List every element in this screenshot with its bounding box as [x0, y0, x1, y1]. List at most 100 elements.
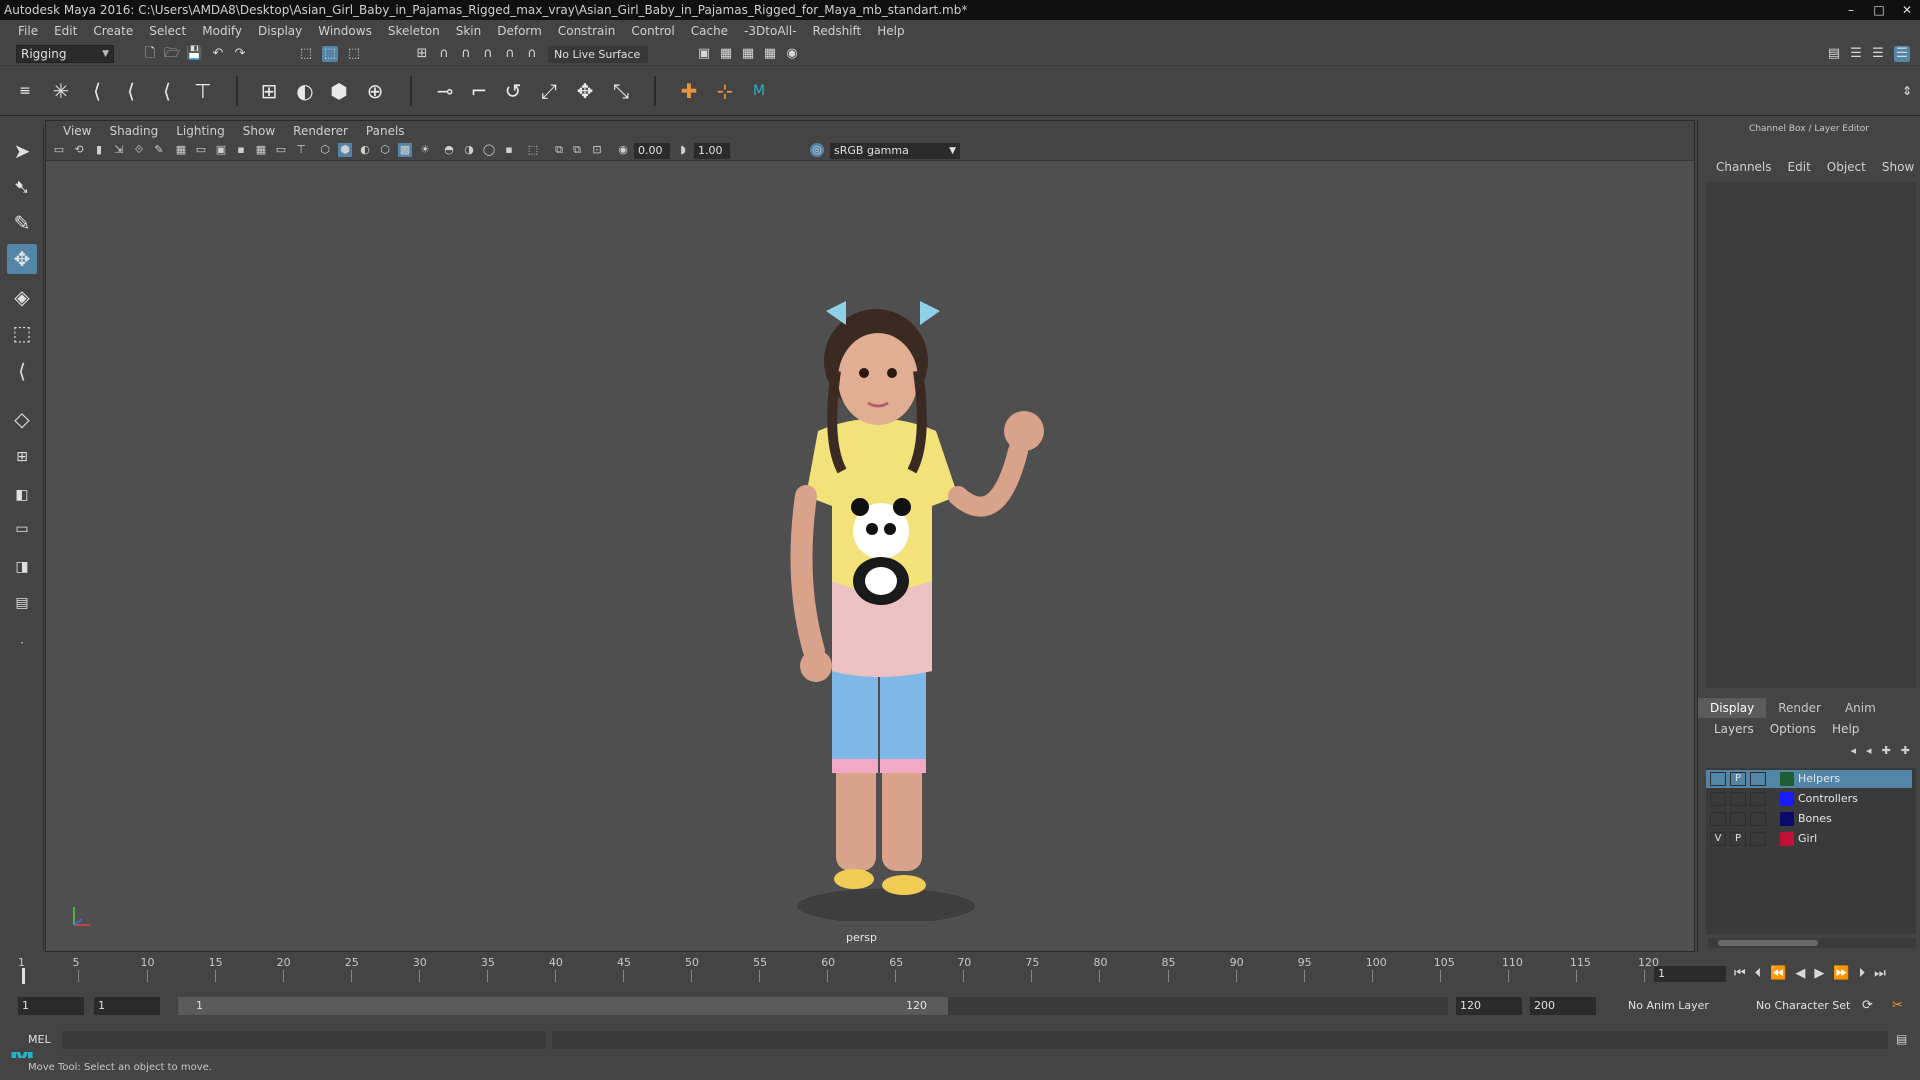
layer-visibility-toggle[interactable] — [1710, 792, 1726, 806]
ik-handle-icon[interactable]: ⟨ — [84, 78, 110, 104]
step-back-icon[interactable]: ⏴ — [1755, 966, 1762, 981]
exposure-icon[interactable]: ◉ — [616, 143, 630, 157]
viewport-menu-shading[interactable]: Shading — [100, 124, 167, 138]
select-object-icon[interactable]: ⬚ — [322, 46, 338, 62]
layer-visibility-toggle[interactable] — [1710, 812, 1726, 826]
layer-playback-toggle[interactable]: P — [1730, 832, 1746, 846]
hypershade-icon[interactable]: ◉ — [784, 46, 800, 62]
field-chart-icon[interactable]: ▦ — [254, 143, 268, 157]
orient-constraint-icon[interactable]: ↺ — [500, 78, 526, 104]
layout-hypershade-icon[interactable]: ▤ — [7, 588, 37, 618]
move-layer-up-icon[interactable]: ◂ — [1851, 744, 1857, 757]
le-menu-layers[interactable]: Layers — [1706, 722, 1762, 740]
layer-color-swatch[interactable] — [1780, 792, 1794, 806]
preferences-icon[interactable]: ✂ — [1892, 997, 1903, 1015]
minimize-button[interactable]: – — [1844, 0, 1858, 20]
exposure-field[interactable]: 0.00 — [634, 143, 670, 159]
menu-select[interactable]: Select — [141, 20, 194, 42]
snap-surface-icon[interactable]: ∩ — [502, 46, 518, 62]
shelf-menu-icon[interactable]: ≡ — [12, 78, 38, 104]
scale-constraint-icon[interactable]: ⤢ — [536, 78, 562, 104]
layer-color-swatch[interactable] — [1780, 832, 1794, 846]
playback-start-field[interactable]: 1 — [94, 997, 160, 1015]
live-surface-field[interactable]: No Live Surface — [548, 46, 648, 63]
paint-select-icon[interactable]: ✎ — [7, 208, 37, 238]
render-settings-icon[interactable]: ▦ — [762, 46, 778, 62]
menu-3dtoall[interactable]: -3DtoAll- — [736, 20, 804, 42]
viewport-menu-view[interactable]: View — [54, 124, 100, 138]
layout-persp-outliner-icon[interactable]: ▭ — [7, 514, 37, 544]
menu-skin[interactable]: Skin — [448, 20, 490, 42]
paint-weights-icon[interactable]: ◐ — [292, 78, 318, 104]
menu-display[interactable]: Display — [250, 20, 310, 42]
tab-anim[interactable]: Anim — [1833, 698, 1888, 718]
le-menu-help[interactable]: Help — [1824, 722, 1867, 740]
layer-name[interactable]: Controllers — [1798, 792, 1858, 805]
point-constraint-icon[interactable]: ⊸ — [432, 78, 458, 104]
auto-key-icon[interactable]: ⟳ — [1862, 997, 1873, 1015]
motion-blur-icon[interactable]: ◯ — [482, 143, 496, 157]
viewport-panel[interactable]: View Shading Lighting Show Renderer Pane… — [45, 120, 1695, 952]
scrollbar-thumb[interactable] — [1718, 940, 1818, 946]
toolbox-more-icon[interactable]: · — [7, 628, 37, 658]
anim-layer-dropdown[interactable]: No Anim Layer — [1628, 997, 1709, 1015]
wireframe-icon[interactable]: ⬡ — [318, 143, 332, 157]
maya-shelf-icon[interactable]: M — [746, 78, 772, 104]
play-backward-icon[interactable]: ◀ — [1795, 966, 1805, 981]
layer-visibility-toggle[interactable] — [1710, 772, 1726, 786]
animation-start-field[interactable]: 1 — [18, 997, 84, 1015]
orient-joint-icon[interactable]: ⊤ — [190, 78, 216, 104]
color-management-icon[interactable]: ◎ — [810, 143, 824, 157]
locator-icon[interactable]: ✚ — [676, 78, 702, 104]
save-scene-icon[interactable]: 💾 — [186, 46, 202, 62]
safe-action-icon[interactable]: ▭ — [274, 143, 288, 157]
tool-settings-icon[interactable]: ☰ — [1870, 46, 1886, 62]
grease-pencil-icon[interactable]: ✎ — [152, 143, 166, 157]
resolution-gate-icon[interactable]: ▣ — [214, 143, 228, 157]
playback-end-field[interactable]: 120 — [1456, 997, 1522, 1015]
snap-view-icon[interactable]: ∩ — [480, 46, 496, 62]
layer-display-type-toggle[interactable] — [1750, 792, 1766, 806]
layer-display-type-toggle[interactable] — [1750, 832, 1766, 846]
layer-display-type-toggle[interactable] — [1750, 812, 1766, 826]
snap-live-icon[interactable]: ∩ — [524, 46, 540, 62]
menu-modify[interactable]: Modify — [194, 20, 250, 42]
rotate-tool-icon[interactable]: ◈ — [7, 282, 37, 312]
layer-visibility-toggle[interactable]: V — [1710, 832, 1726, 846]
layout-persp-graph-icon[interactable]: ◨ — [7, 552, 37, 582]
render-view-icon[interactable]: ▣ — [696, 46, 712, 62]
smooth-shade-icon[interactable]: ⬢ — [338, 143, 352, 157]
mirror-joint-icon[interactable]: ⟨ — [154, 78, 180, 104]
attribute-editor-icon[interactable]: ☰ — [1848, 46, 1864, 62]
gamma-field[interactable]: 1.00 — [694, 143, 730, 159]
channel-box-area[interactable] — [1706, 182, 1916, 688]
pole-vector-icon[interactable]: ⤡ — [608, 78, 634, 104]
layer-color-swatch[interactable] — [1780, 812, 1794, 826]
layer-name[interactable]: Helpers — [1798, 772, 1840, 785]
menu-deform[interactable]: Deform — [489, 20, 550, 42]
wireframe-on-shaded-icon[interactable]: ⬡ — [378, 143, 392, 157]
lattice-icon[interactable]: ⬢ — [326, 78, 352, 104]
play-forward-icon[interactable]: ▶ — [1814, 966, 1824, 981]
bookmarks-icon[interactable]: ▮ — [92, 143, 106, 157]
character-set-dropdown[interactable]: No Character Set — [1756, 997, 1850, 1015]
step-forward-key-icon[interactable]: ⏩ — [1833, 966, 1849, 981]
ik-spline-icon[interactable]: ⟨ — [118, 78, 144, 104]
range-slider[interactable]: 1 120 — [178, 997, 1448, 1015]
gamma-icon[interactable]: ◗ — [676, 143, 690, 157]
current-frame-field[interactable]: 1 — [1654, 966, 1726, 982]
layer-name[interactable]: Girl — [1798, 832, 1817, 845]
open-scene-icon[interactable]: 🗁 — [164, 46, 180, 62]
cluster-icon[interactable]: ⊕ — [362, 78, 388, 104]
layer-row[interactable]: Controllers — [1706, 790, 1912, 808]
step-forward-icon[interactable]: ⏵ — [1859, 966, 1866, 981]
viewport-menu-show[interactable]: Show — [234, 124, 284, 138]
menu-constrain[interactable]: Constrain — [550, 20, 624, 42]
snap-grid-icon[interactable]: ⊞ — [414, 46, 430, 62]
parent-constraint-icon[interactable]: ✥ — [572, 78, 598, 104]
viewport-menu-renderer[interactable]: Renderer — [284, 124, 357, 138]
bind-skin-icon[interactable]: ⊞ — [256, 78, 282, 104]
layer-row[interactable]: P Helpers — [1706, 770, 1912, 788]
scale-tool-icon[interactable]: ⬚ — [7, 318, 37, 348]
menu-skeleton[interactable]: Skeleton — [380, 20, 448, 42]
